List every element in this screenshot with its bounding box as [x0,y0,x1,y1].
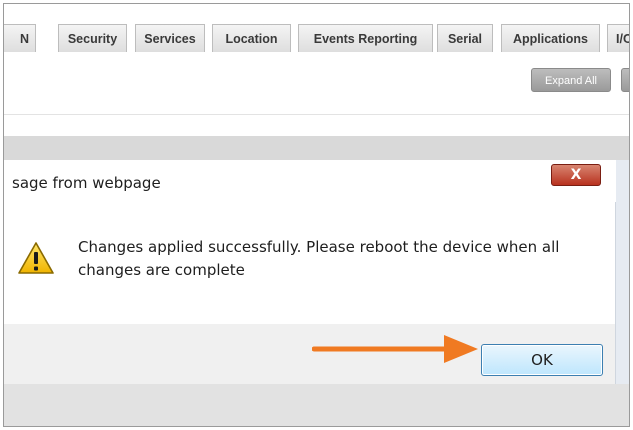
orange-arrow-icon [312,335,478,363]
dialog-message: Changes applied successfully. Please reb… [78,238,560,279]
message-dialog: sage from webpage X Changes applied succ… [4,160,629,426]
tab-serial[interactable]: Serial [437,24,493,52]
dialog-titlebar: sage from webpage X [4,160,616,203]
dialog-body: Changes applied successfully. Please reb… [4,202,616,324]
warning-icon [18,242,54,274]
expand-all-button[interactable]: Expand All [531,68,611,92]
tab-n[interactable]: N [4,24,36,52]
close-button[interactable]: X [551,164,601,186]
collapse-all-button[interactable] [621,68,629,92]
tab-events-reporting[interactable]: Events Reporting [298,24,433,52]
tab-security[interactable]: Security [58,24,127,52]
dialog-footer: OK [4,324,616,384]
tab-bar: N Security Services Location Events Repo… [4,4,629,53]
tab-services[interactable]: Services [135,24,205,52]
tab-applications[interactable]: Applications [501,24,600,52]
close-icon: X [570,167,582,183]
tab-location[interactable]: Location [212,24,291,52]
content-band [4,114,629,137]
content-header-band [4,136,629,160]
dialog-title: sage from webpage [12,174,161,192]
toolbar: Expand All [4,52,629,114]
ok-button[interactable]: OK [481,344,603,376]
dialog-bottom-band [4,384,629,426]
tab-io[interactable]: I/O [607,24,629,52]
